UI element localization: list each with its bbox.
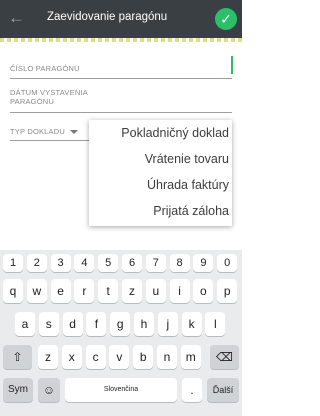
receipt-number-label: ČÍSLO PARAGÓNU (10, 64, 80, 73)
next-key[interactable]: Ďalší (207, 378, 239, 402)
period-key[interactable]: . (182, 378, 202, 402)
key-r[interactable]: r (74, 279, 95, 303)
doc-type-select[interactable] (10, 140, 90, 141)
text-cursor (231, 56, 233, 74)
doc-type-label: TYP DOKLADU (10, 127, 65, 136)
soft-keyboard: 1 2 3 4 5 6 7 8 9 0 q w e r t z u i o p a s d f g h j k l ⇧ z x c v b n m ⌫ Sy… (0, 250, 242, 416)
key-7[interactable]: 7 (145, 254, 166, 272)
key-8[interactable]: 8 (169, 254, 190, 272)
key-m[interactable]: m (180, 345, 201, 369)
key-q[interactable]: q (3, 279, 23, 303)
sym-key[interactable]: Sym (3, 378, 33, 402)
issue-date-label-line2: PARAGÓNU (10, 97, 54, 106)
shift-arrow-icon[interactable]: ⇧ (3, 345, 32, 369)
key-z[interactable]: z (38, 345, 58, 369)
issue-date-label-line1: DÁTUM VYSTAVENIA (10, 88, 88, 97)
key-o[interactable]: o (193, 279, 214, 303)
dropdown-option[interactable]: Vrátenie tovaru (145, 152, 229, 166)
key-d[interactable]: d (62, 312, 83, 336)
dropdown-option[interactable]: Prijatá záloha (153, 204, 229, 218)
key-a[interactable]: a (15, 312, 35, 336)
key-9[interactable]: 9 (193, 254, 214, 272)
arrow-left-icon[interactable]: ← (8, 8, 28, 28)
key-5[interactable]: 5 (98, 254, 119, 272)
key-g[interactable]: g (110, 312, 131, 336)
key-c[interactable]: c (85, 345, 106, 369)
key-n[interactable]: n (157, 345, 177, 369)
key-u[interactable]: u (145, 279, 166, 303)
key-b[interactable]: b (133, 345, 154, 369)
key-k[interactable]: k (181, 312, 202, 336)
key-f[interactable]: f (86, 312, 107, 336)
key-s[interactable]: s (38, 312, 59, 336)
key-l[interactable]: l (205, 312, 226, 336)
key-1[interactable]: 1 (3, 254, 23, 272)
key-3[interactable]: 3 (50, 254, 71, 272)
key-2[interactable]: 2 (26, 254, 47, 272)
app-bar: ← Zaevidovanie paragónu ✓ (0, 0, 242, 38)
check-circle-icon[interactable]: ✓ (215, 8, 237, 30)
doc-type-dropdown: Pokladničný doklad Vrátenie tovaru Úhrad… (89, 120, 232, 226)
key-z[interactable]: z (122, 279, 142, 303)
space-key[interactable]: Slovenčina (65, 378, 177, 402)
key-4[interactable]: 4 (74, 254, 95, 272)
key-t[interactable]: t (98, 279, 119, 303)
key-v[interactable]: v (109, 345, 130, 369)
key-x[interactable]: x (61, 345, 82, 369)
key-p[interactable]: p (217, 279, 238, 303)
receipt-number-input[interactable] (10, 78, 232, 79)
key-e[interactable]: e (50, 279, 71, 303)
emoji-icon[interactable]: ☺ (38, 378, 60, 402)
backspace-icon[interactable]: ⌫ (210, 345, 239, 369)
dropdown-option[interactable]: Pokladničný doklad (121, 126, 229, 140)
key-0[interactable]: 0 (217, 254, 238, 272)
dropdown-option[interactable]: Úhrada faktúry (147, 178, 229, 192)
key-w[interactable]: w (26, 279, 47, 303)
key-j[interactable]: j (157, 312, 178, 336)
issue-date-input[interactable] (10, 112, 232, 113)
key-6[interactable]: 6 (122, 254, 142, 272)
key-i[interactable]: i (169, 279, 190, 303)
chevron-down-icon[interactable] (70, 130, 78, 134)
key-h[interactable]: h (134, 312, 154, 336)
page-title: Zaevidovanie paragónu (47, 11, 168, 23)
